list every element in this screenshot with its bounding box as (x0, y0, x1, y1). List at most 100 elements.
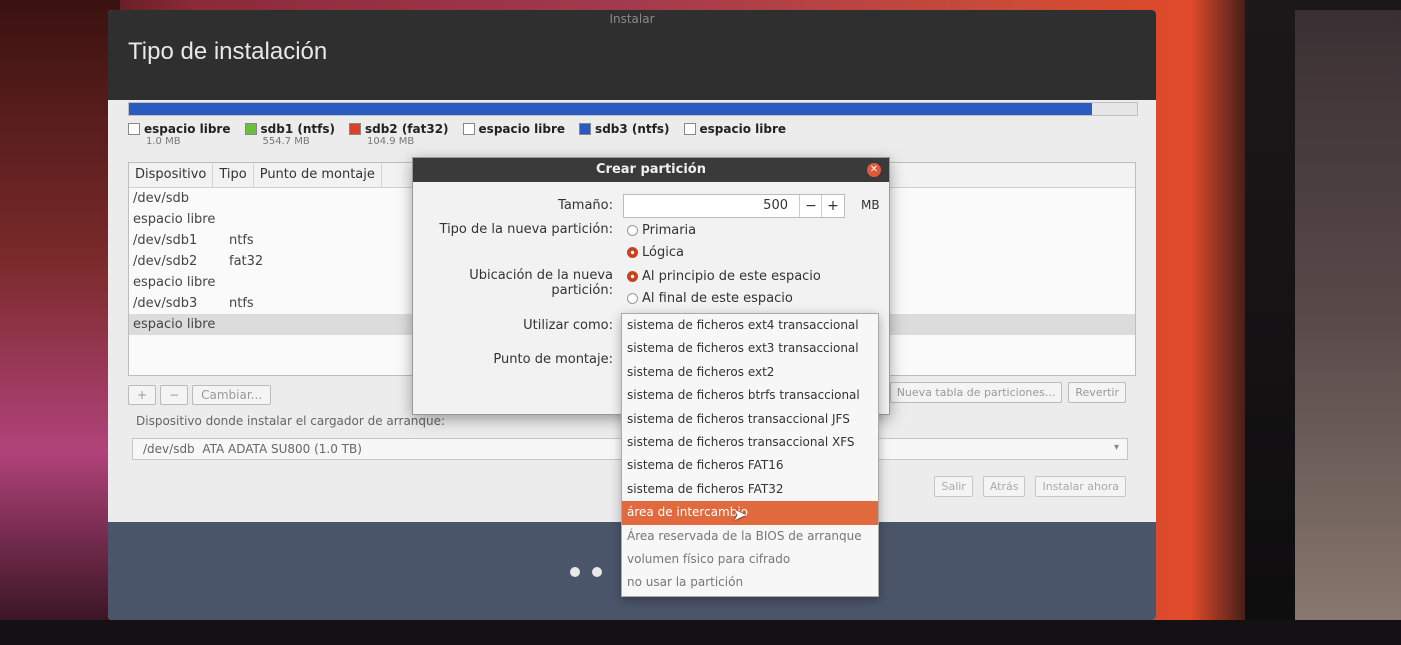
progress-dot (570, 567, 580, 577)
bootloader-model: ATA ADATA SU800 (1.0 TB) (202, 442, 362, 456)
size-spinbox[interactable]: 500 − + (623, 194, 845, 218)
increment-button[interactable]: + (821, 195, 844, 217)
dialog-title: Crear partición ✕ (413, 158, 889, 182)
back-button[interactable]: Atrás (982, 476, 1026, 497)
row-device: espacio libre (133, 275, 216, 290)
legend-size: 1.0 MB (146, 136, 181, 147)
window-title: Instalar (609, 12, 655, 26)
list-item[interactable]: sistema de ficheros ext4 transaccional (622, 314, 878, 337)
close-icon[interactable]: ✕ (867, 163, 881, 177)
install-now-button[interactable]: Instalar ahora (1035, 476, 1126, 497)
row-type: ntfs (229, 233, 254, 248)
page-title: Tipo de instalación (128, 38, 328, 65)
remove-partition-button[interactable]: − (160, 385, 189, 405)
row-type: ntfs (229, 296, 254, 311)
legend-item: espacio libre (683, 122, 787, 147)
legend-label: espacio libre (699, 122, 787, 136)
disk-usage-bar (128, 102, 1138, 116)
swatch-icon (348, 123, 361, 135)
progress-dot (592, 567, 602, 577)
size-unit: MB (861, 198, 880, 212)
navigation-buttons: Salir Atrás Instalar ahora (934, 476, 1126, 497)
type-logical-radio[interactable]: Lógica (627, 245, 684, 260)
change-partition-button[interactable]: Cambiar... (192, 385, 272, 405)
list-item[interactable]: sistema de ficheros FAT32 (622, 478, 878, 501)
bootloader-device: /dev/sdb (143, 442, 195, 456)
dialog-title-text: Crear partición (596, 162, 706, 177)
size-label: Tamaño: (558, 198, 613, 213)
row-device: espacio libre (133, 317, 216, 332)
partition-type-label: Tipo de la nueva partición: (439, 222, 613, 237)
column-header-type[interactable]: Tipo (213, 163, 254, 187)
list-item[interactable]: sistema de ficheros FAT16 (622, 454, 878, 477)
list-item[interactable]: sistema de ficheros ext2 (622, 361, 878, 384)
swatch-icon (244, 123, 257, 135)
row-type: fat32 (229, 254, 264, 269)
partition-legend: espacio libre 1.0 MB sdb1 (ntfs) 554.7 M… (128, 122, 786, 147)
row-device: espacio libre (133, 212, 216, 227)
legend-label: espacio libre (144, 122, 231, 136)
radio-label: Primaria (642, 223, 697, 238)
titlebar: Instalar Tipo de instalación (108, 10, 1156, 100)
column-header-mount[interactable]: Punto de montaje (254, 163, 382, 187)
quit-button[interactable]: Salir (934, 476, 973, 497)
chevron-down-icon: ▾ (1113, 442, 1119, 453)
radio-label: Al final de este espacio (642, 291, 793, 306)
size-value: 500 (763, 198, 788, 213)
location-start-radio[interactable]: Al principio de este espacio (627, 269, 821, 284)
list-item[interactable]: sistema de ficheros ext3 transaccional (622, 337, 878, 360)
use-as-dropdown-list: sistema de ficheros ext4 transaccional s… (621, 313, 879, 597)
radio-icon (627, 293, 638, 304)
decrement-button[interactable]: − (799, 195, 822, 217)
legend-item: sdb2 (fat32) 104.9 MB (348, 122, 449, 147)
list-item[interactable]: no usar la partición (622, 571, 878, 594)
list-item-highlighted[interactable]: área de intercambio (622, 501, 878, 525)
background-desk (1295, 10, 1401, 640)
row-device: /dev/sdb (133, 191, 189, 206)
list-item[interactable]: Área reservada de la BIOS de arranque (622, 525, 878, 548)
legend-label: espacio libre (478, 122, 566, 136)
type-primary-radio[interactable]: Primaria (627, 223, 696, 238)
monitor-bezel-bottom (0, 620, 1401, 645)
row-device: /dev/sdb1 (133, 233, 198, 248)
swatch-icon (128, 123, 140, 135)
legend-item: sdb1 (ntfs) 554.7 MB (244, 122, 335, 147)
location-end-radio[interactable]: Al final de este espacio (627, 291, 793, 306)
location-label: Ubicación de la nueva partición: (469, 268, 613, 298)
radio-icon (627, 225, 638, 236)
table-actions: Nueva tabla de particiones... Revertir (889, 382, 1126, 403)
row-device: /dev/sdb2 (133, 254, 198, 269)
list-item[interactable]: sistema de ficheros btrfs transaccional (622, 384, 878, 407)
revert-button[interactable]: Revertir (1068, 382, 1126, 403)
legend-label: sdb2 (fat32) (364, 122, 449, 136)
swatch-icon (683, 123, 696, 135)
new-partition-table-button[interactable]: Nueva tabla de particiones... (889, 382, 1063, 403)
add-partition-button[interactable]: + (128, 385, 157, 405)
legend-label: sdb1 (ntfs) (260, 122, 335, 136)
list-item[interactable]: sistema de ficheros transaccional JFS (622, 408, 878, 431)
table-controls: + − Cambiar... (128, 385, 272, 405)
monitor-bezel-left (0, 0, 120, 645)
radio-label: Al principio de este espacio (642, 269, 821, 284)
legend-size: 554.7 MB (262, 136, 310, 147)
radio-icon (627, 271, 638, 282)
mount-point-label: Punto de montaje: (493, 352, 613, 367)
bootloader-label: Dispositivo donde instalar el cargador d… (136, 414, 446, 428)
disk-usage-free-segment (1092, 103, 1137, 115)
swatch-icon (462, 123, 475, 135)
swatch-icon (579, 123, 592, 135)
radio-icon (627, 247, 638, 258)
progress-dots (570, 567, 602, 577)
use-as-label: Utilizar como: (523, 318, 613, 333)
list-item[interactable]: sistema de ficheros transaccional XFS (622, 431, 878, 454)
legend-size: 104.9 MB (366, 136, 415, 147)
legend-label: sdb3 (ntfs) (595, 122, 670, 136)
radio-label: Lógica (642, 245, 684, 260)
legend-item: sdb3 (ntfs) (579, 122, 670, 147)
column-header-device[interactable]: Dispositivo (129, 163, 214, 187)
legend-item: espacio libre 1.0 MB (128, 122, 231, 147)
mouse-pointer-icon: ➤ (733, 505, 747, 524)
legend-item: espacio libre (462, 122, 566, 147)
row-device: /dev/sdb3 (133, 296, 198, 311)
list-item[interactable]: volumen físico para cifrado (622, 548, 878, 571)
